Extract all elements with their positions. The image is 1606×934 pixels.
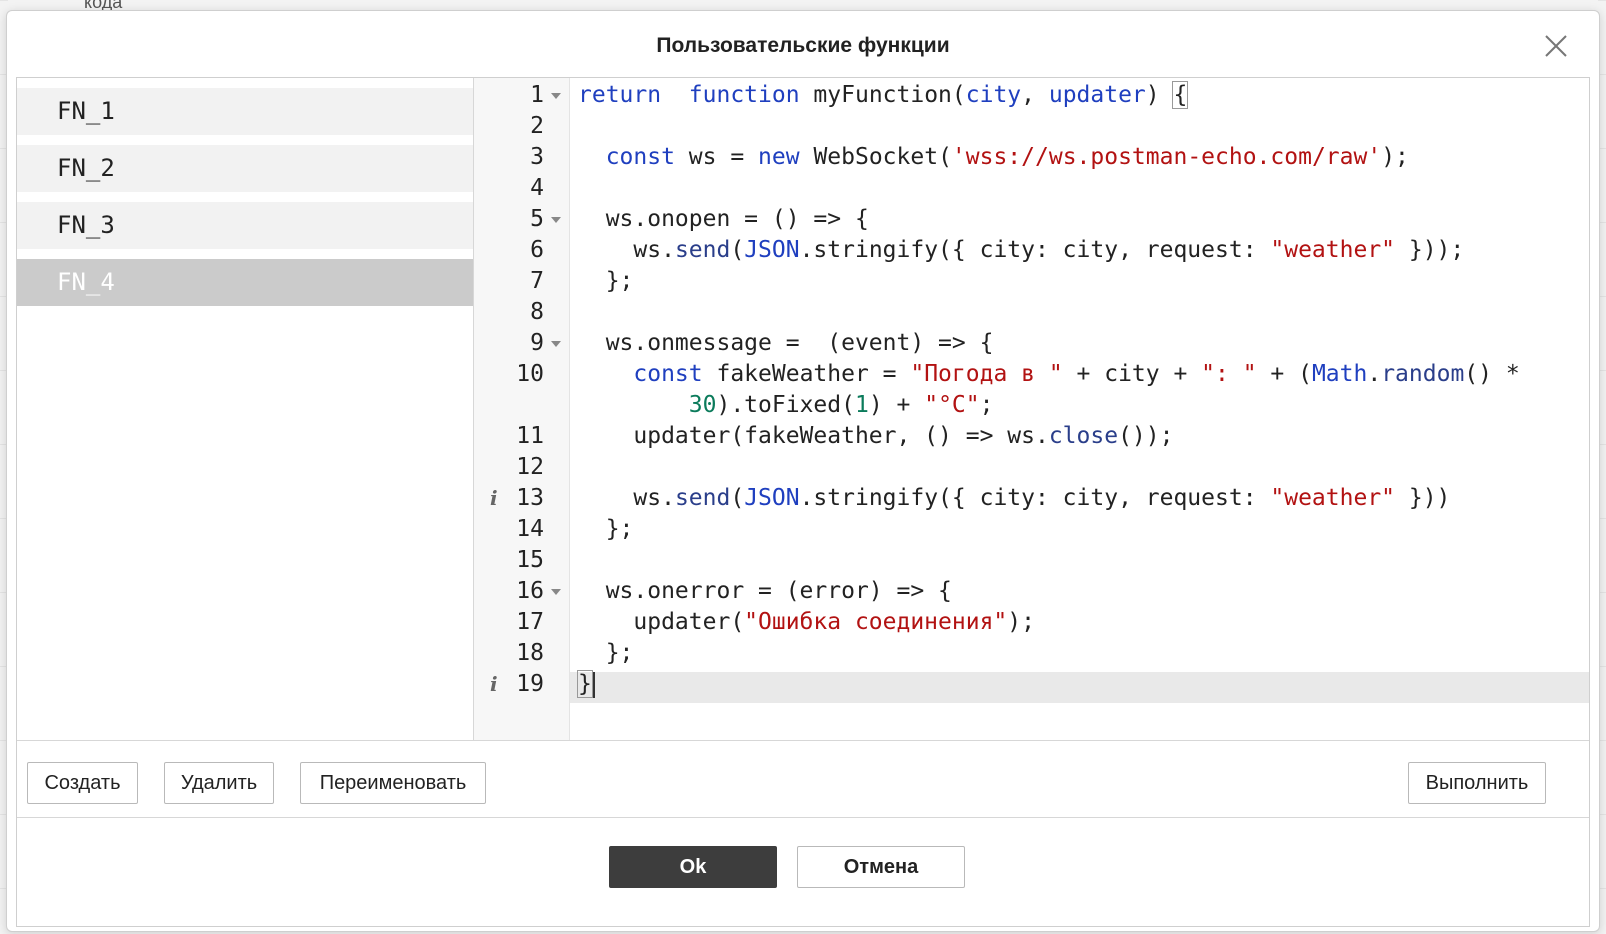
gutter-line: 15	[474, 545, 570, 576]
create-button[interactable]: Создать	[27, 762, 138, 804]
code-line[interactable]: return function myFunction(city, updater…	[578, 80, 1189, 111]
code-line[interactable]: const ws = new WebSocket('wss://ws.postm…	[578, 142, 1409, 173]
fold-arrow-icon[interactable]	[551, 93, 561, 99]
info-icon[interactable]: i	[490, 669, 498, 700]
code-line[interactable]: };	[578, 514, 634, 545]
gutter-line: i 13	[474, 483, 570, 514]
code-editor[interactable]: 1 2 3 4 5 6 7 8 9 10 11 12 i 13 14 15 16 17 18 i 19 return f…	[474, 78, 1589, 740]
user-functions-dialog: Пользовательские функции FN_1 FN_2 FN_3 FN_…	[6, 10, 1600, 932]
code-line[interactable]: ws.send(JSON.stringify({ city: city, req…	[578, 483, 1450, 514]
gutter-line: 18	[474, 638, 570, 669]
delete-button[interactable]: Удалить	[164, 762, 274, 804]
rename-button[interactable]: Переименовать	[300, 762, 486, 804]
code-line[interactable]: updater("Ошибка соединения");	[578, 607, 1035, 638]
code-line[interactable]: const fakeWeather = "Погода в " + city +…	[578, 359, 1519, 390]
code-line[interactable]: ws.onerror = (error) => {	[578, 576, 952, 607]
function-toolbar: Создать Удалить Переименовать Выполнить	[17, 740, 1589, 818]
code-line[interactable]: updater(fakeWeather, () => ws.close());	[578, 421, 1173, 452]
gutter-line	[474, 390, 570, 421]
gutter-line: 10	[474, 359, 570, 390]
line-number: 6	[530, 237, 544, 263]
gutter-line: i 19	[474, 669, 570, 700]
gutter-line: 12	[474, 452, 570, 483]
line-number: 12	[516, 454, 544, 480]
function-list-item[interactable]: FN_1	[17, 88, 473, 135]
line-number: 11	[516, 423, 544, 449]
line-number: 10	[516, 361, 544, 387]
dialog-title: Пользовательские функции	[656, 34, 950, 57]
code-line[interactable]: ws.onopen = () => {	[578, 204, 869, 235]
gutter-line: 6	[474, 235, 570, 266]
gutter-line: 5	[474, 204, 570, 235]
gutter-line: 8	[474, 297, 570, 328]
code-line[interactable]: ws.onmessage = (event) => {	[578, 328, 994, 359]
line-number: 15	[516, 547, 544, 573]
gutter-line: 4	[474, 173, 570, 204]
run-button[interactable]: Выполнить	[1408, 762, 1546, 804]
gutter-line: 17	[474, 607, 570, 638]
gutter-line: 9	[474, 328, 570, 359]
gutter-line: 3	[474, 142, 570, 173]
code-line[interactable]: };	[578, 266, 634, 297]
line-number: 7	[530, 268, 544, 294]
function-list-item[interactable]: FN_3	[17, 202, 473, 249]
line-number: 13	[516, 485, 544, 511]
cancel-button[interactable]: Отмена	[797, 846, 965, 888]
line-number: 17	[516, 609, 544, 635]
line-number: 16	[516, 578, 544, 604]
line-number: 1	[530, 82, 544, 108]
code-line[interactable]: 30).toFixed(1) + "°C";	[578, 390, 994, 421]
info-icon[interactable]: i	[490, 483, 498, 514]
line-number: 19	[516, 671, 544, 697]
close-icon[interactable]	[1543, 33, 1569, 59]
active-line-highlight	[570, 672, 1589, 703]
gutter-line: 1	[474, 80, 570, 111]
function-list-item[interactable]: FN_2	[17, 145, 473, 192]
text-cursor	[592, 671, 595, 698]
line-number: 8	[530, 299, 544, 325]
gutter-line: 7	[474, 266, 570, 297]
fold-arrow-icon[interactable]	[551, 589, 561, 595]
dialog-content: FN_1 FN_2 FN_3 FN_4 1 2 3 4 5 6 7 8 9 10 11 12 i 13 14 15 1…	[16, 77, 1590, 927]
editor-gutter: 1 2 3 4 5 6 7 8 9 10 11 12 i 13 14 15 16 17 18 i 19	[474, 78, 570, 740]
fold-arrow-icon[interactable]	[551, 217, 561, 223]
line-number: 3	[530, 144, 544, 170]
line-number: 18	[516, 640, 544, 666]
gutter-line: 11	[474, 421, 570, 452]
code-line[interactable]: ws.send(JSON.stringify({ city: city, req…	[578, 235, 1464, 266]
gutter-line: 16	[474, 576, 570, 607]
ok-button[interactable]: Ok	[609, 846, 777, 888]
code-line[interactable]: };	[578, 638, 634, 669]
gutter-line: 14	[474, 514, 570, 545]
gutter-line: 2	[474, 111, 570, 142]
line-number: 14	[516, 516, 544, 542]
function-list: FN_1 FN_2 FN_3 FN_4	[17, 78, 474, 740]
fold-arrow-icon[interactable]	[551, 341, 561, 347]
line-number: 4	[530, 175, 544, 201]
function-list-item[interactable]: FN_4	[17, 259, 473, 306]
code-line[interactable]: }	[577, 669, 595, 700]
line-number: 5	[530, 206, 544, 232]
line-number: 2	[530, 113, 544, 139]
line-number: 9	[530, 330, 544, 356]
